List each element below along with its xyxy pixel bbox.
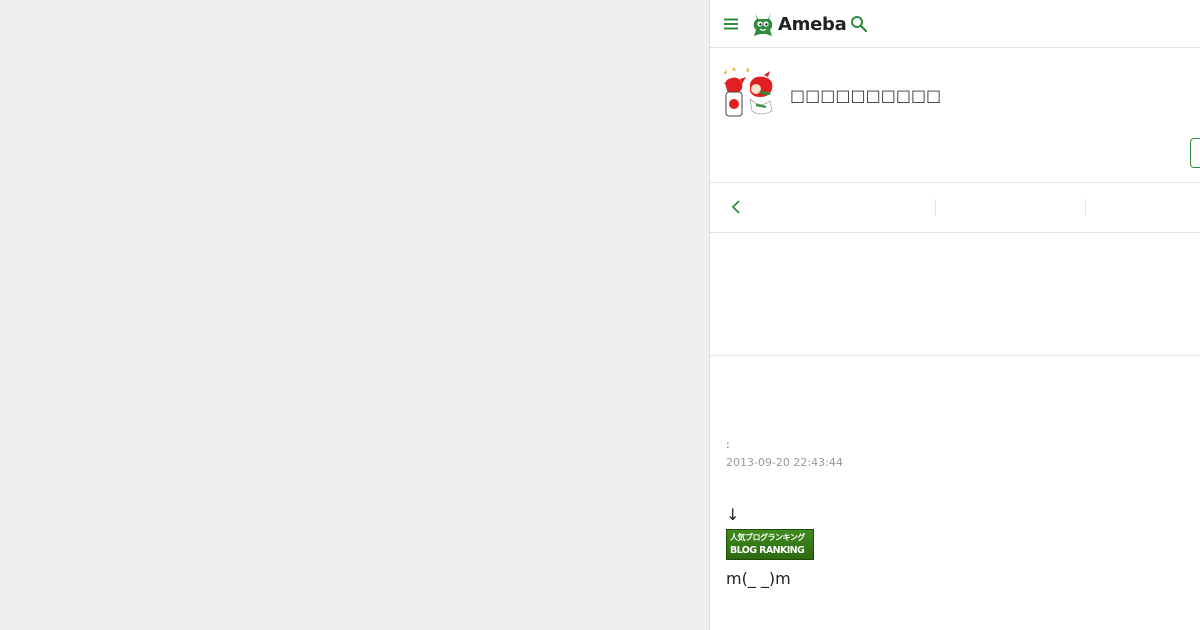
blog-title[interactable]: □□□□□□□□□□ <box>790 86 941 105</box>
next-entry-link[interactable] <box>1086 183 1200 233</box>
blog-profile: □□□□□□□□□□ <box>710 49 1200 183</box>
article-text-emote: m(_ _)m <box>726 569 791 588</box>
follow-button[interactable] <box>1190 138 1200 168</box>
site-header: Ameba <box>710 0 1200 48</box>
ameba-logo[interactable]: Ameba <box>752 10 847 38</box>
previous-entry-link[interactable] <box>710 183 935 233</box>
blog-page: Ameba □□□□□□□□□□: 2013-09-20 22:43:44 ↓… <box>709 0 1200 630</box>
chevron-left-icon <box>732 200 740 214</box>
logo-text: Ameba <box>778 13 847 35</box>
article: : 2013-09-20 22:43:44 ↓ 人気ブログランキング BLOG … <box>726 437 1186 590</box>
blog-avatar-icon[interactable] <box>720 65 776 121</box>
entry-navigation <box>710 183 1200 233</box>
article-text-arrow: ↓ <box>726 505 740 524</box>
hamburger-menu-icon[interactable] <box>723 16 739 32</box>
entry-date: 2013-09-20 22:43:44 <box>726 456 843 469</box>
search-icon[interactable] <box>850 15 868 33</box>
banner-text-japanese: 人気ブログランキング <box>730 533 805 542</box>
ad-area <box>710 233 1200 356</box>
blog-ranking-banner[interactable]: 人気ブログランキング BLOG RANKING <box>726 529 814 560</box>
entry-list-link[interactable] <box>936 183 1085 233</box>
ameba-mascot-icon <box>753 13 773 36</box>
banner-text-english: BLOG RANKING <box>730 545 805 556</box>
entry-theme[interactable]: : <box>726 437 1186 453</box>
background-pane <box>0 0 709 630</box>
